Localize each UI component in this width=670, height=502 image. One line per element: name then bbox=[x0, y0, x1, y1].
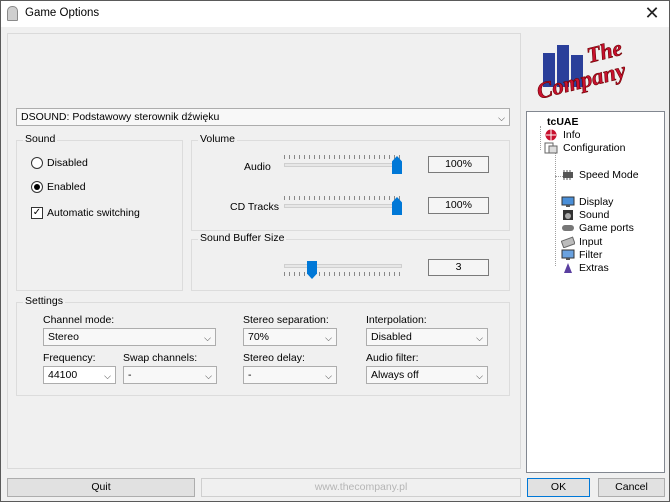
chevron-down-icon: ⌵ bbox=[498, 113, 505, 123]
sound-buffer-group: Sound Buffer Size 3 bbox=[191, 232, 510, 291]
tree-item-input[interactable]: Input bbox=[579, 236, 602, 248]
settings-group-label: Settings bbox=[23, 295, 65, 307]
frequency-label: Frequency: bbox=[43, 352, 96, 364]
the-company-logo: The Company bbox=[534, 35, 629, 104]
stereo-separation-select[interactable]: 70% ⌵ bbox=[243, 328, 337, 346]
chevron-down-icon: ⌵ bbox=[476, 333, 483, 343]
tree-item-display[interactable]: Display bbox=[579, 196, 613, 208]
tree-item-info[interactable]: Info bbox=[563, 129, 581, 141]
audio-slider-ticks bbox=[284, 155, 402, 159]
extras-icon bbox=[564, 263, 572, 273]
chevron-down-icon: ⌵ bbox=[104, 371, 111, 381]
interpolation-label: Interpolation: bbox=[366, 314, 427, 326]
auto-switching-label: Automatic switching bbox=[47, 207, 140, 219]
tree-item-tcuae[interactable]: tcUAE bbox=[547, 116, 579, 128]
cd-tracks-value: 100% bbox=[428, 197, 489, 214]
chip-icon bbox=[563, 170, 573, 180]
chevron-down-icon: ⌵ bbox=[204, 333, 211, 343]
audio-filter-select[interactable]: Always off ⌵ bbox=[366, 366, 488, 384]
chevron-down-icon: ⌵ bbox=[325, 371, 332, 381]
volume-group-label: Volume bbox=[198, 133, 238, 145]
navigation-tree[interactable]: tcUAE Info Configuration Speed Mode Disp… bbox=[526, 111, 665, 473]
stereo-separation-label: Stereo separation: bbox=[243, 314, 329, 326]
cancel-button[interactable]: Cancel bbox=[598, 478, 665, 497]
audio-volume-slider[interactable] bbox=[284, 163, 402, 167]
swap-channels-select[interactable]: - ⌵ bbox=[123, 366, 217, 384]
tree-item-game-ports[interactable]: Game ports bbox=[579, 222, 634, 234]
tree-line bbox=[540, 126, 541, 150]
tree-item-speed-mode[interactable]: Speed Mode bbox=[579, 169, 639, 181]
cd-tracks-slider[interactable] bbox=[284, 204, 402, 208]
tree-item-configuration[interactable]: Configuration bbox=[563, 142, 625, 154]
chevron-down-icon: ⌵ bbox=[476, 371, 483, 381]
gamepad-icon bbox=[562, 225, 574, 231]
stereo-delay-select[interactable]: - ⌵ bbox=[243, 366, 337, 384]
sound-driver-select[interactable]: DSOUND: Podstawowy sterownik dźwięku ⌵ bbox=[16, 108, 510, 126]
sound-disabled-radio[interactable] bbox=[31, 157, 43, 169]
stereo-separation-value: 70% bbox=[248, 331, 270, 343]
frequency-value: 44100 bbox=[48, 369, 78, 381]
speaker-icon bbox=[563, 210, 573, 220]
channel-mode-label: Channel mode: bbox=[43, 314, 115, 326]
sound-group-label: Sound bbox=[23, 133, 58, 145]
settings-group: Settings Channel mode: Stereo ⌵ Stereo s… bbox=[16, 295, 510, 396]
swap-channels-label: Swap channels: bbox=[123, 352, 198, 364]
stereo-delay-value: - bbox=[248, 369, 252, 381]
audio-filter-value: Always off bbox=[371, 369, 419, 381]
cd-tracks-label: CD Tracks bbox=[230, 201, 280, 213]
filter-icon bbox=[561, 249, 575, 260]
monitor-icon bbox=[561, 196, 575, 207]
keyboard-icon bbox=[561, 236, 575, 248]
auto-switching-checkbox[interactable]: ✓ bbox=[31, 207, 43, 219]
tree-item-filter[interactable]: Filter bbox=[579, 249, 602, 261]
title-bar: Game Options ✕ bbox=[1, 1, 669, 27]
tree-item-extras[interactable]: Extras bbox=[579, 262, 609, 274]
interpolation-value: Disabled bbox=[371, 331, 412, 343]
website-url-box[interactable]: www.thecompany.pl bbox=[201, 478, 521, 497]
window-title: Game Options bbox=[25, 7, 100, 19]
audio-volume-value: 100% bbox=[428, 156, 489, 173]
tree-line bbox=[555, 152, 556, 266]
chevron-down-icon: ⌵ bbox=[325, 333, 332, 343]
sound-driver-value: DSOUND: Podstawowy sterownik dźwięku bbox=[21, 111, 220, 123]
sound-buffer-slider[interactable] bbox=[284, 264, 402, 268]
app-icon bbox=[7, 6, 18, 21]
ok-button[interactable]: OK bbox=[527, 478, 590, 497]
quit-button[interactable]: Quit bbox=[7, 478, 195, 497]
frequency-select[interactable]: 44100 ⌵ bbox=[43, 366, 116, 384]
volume-group: Volume Audio 100% CD Tracks 100% bbox=[191, 133, 510, 231]
audio-filter-label: Audio filter: bbox=[366, 352, 419, 364]
tree-item-sound[interactable]: Sound bbox=[579, 209, 609, 221]
sound-disabled-label: Disabled bbox=[47, 157, 88, 169]
sound-group: Sound Disabled Enabled ✓ Automatic switc… bbox=[16, 133, 183, 291]
game-options-window: Game Options ✕ DSOUND: Podstawowy sterow… bbox=[0, 0, 670, 502]
sound-buffer-label: Sound Buffer Size bbox=[198, 232, 287, 244]
close-icon[interactable]: ✕ bbox=[641, 3, 663, 23]
buffer-slider-thumb[interactable] bbox=[307, 261, 317, 279]
sound-enabled-label: Enabled bbox=[47, 181, 86, 193]
interpolation-select[interactable]: Disabled ⌵ bbox=[366, 328, 488, 346]
configuration-icon bbox=[544, 142, 558, 154]
sound-buffer-value: 3 bbox=[428, 259, 489, 276]
main-panel: DSOUND: Podstawowy sterownik dźwięku ⌵ S… bbox=[7, 33, 521, 469]
audio-volume-label: Audio bbox=[244, 161, 271, 173]
buffer-slider-ticks bbox=[284, 272, 402, 276]
sound-enabled-radio[interactable] bbox=[31, 181, 43, 193]
cd-slider-ticks bbox=[284, 196, 402, 200]
stereo-delay-label: Stereo delay: bbox=[243, 352, 305, 364]
swap-channels-value: - bbox=[128, 369, 132, 381]
channel-mode-value: Stereo bbox=[48, 331, 79, 343]
channel-mode-select[interactable]: Stereo ⌵ bbox=[43, 328, 216, 346]
globe-icon bbox=[545, 129, 557, 141]
chevron-down-icon: ⌵ bbox=[205, 371, 212, 381]
